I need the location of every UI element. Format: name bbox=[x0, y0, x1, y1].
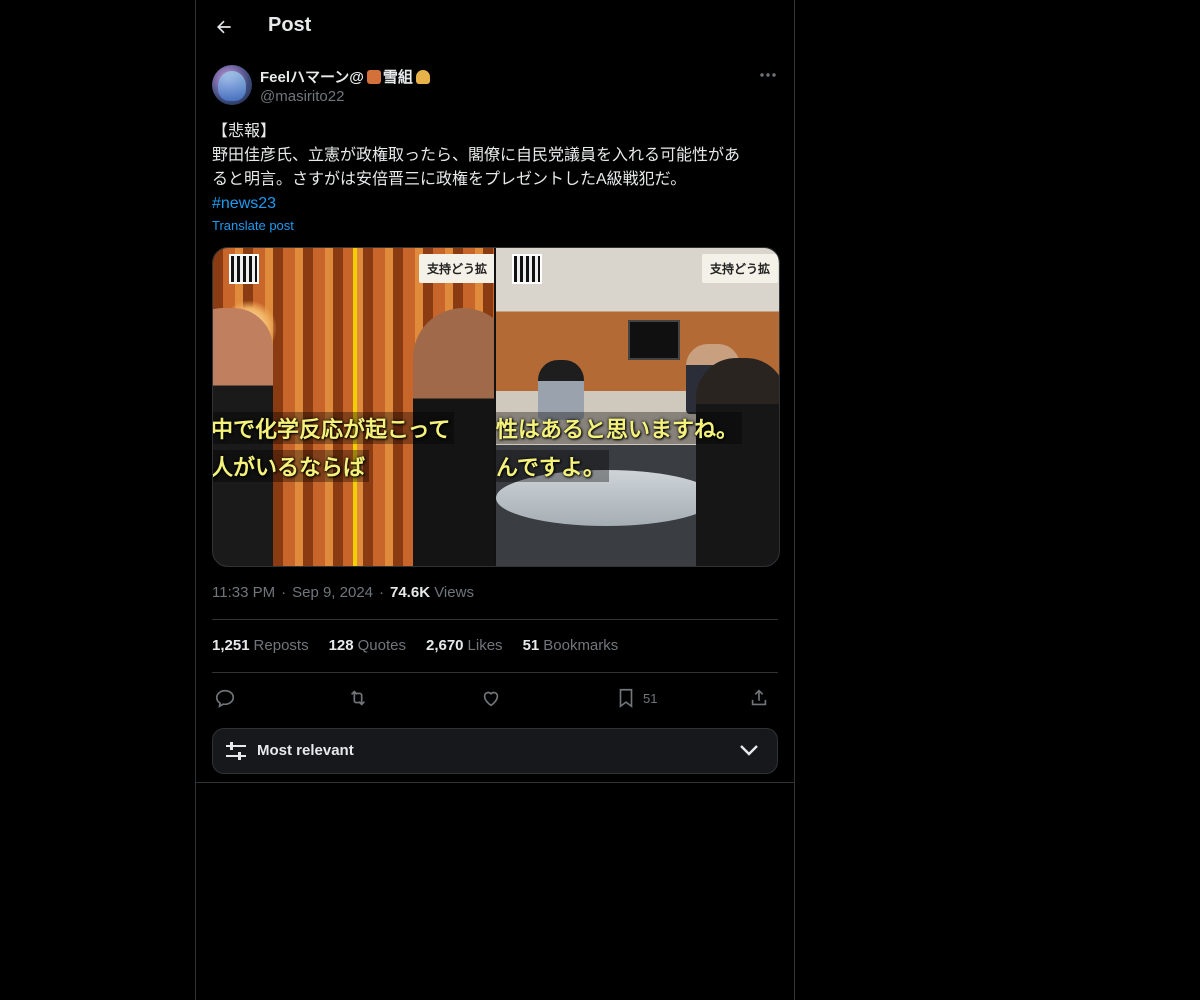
post-time[interactable]: 11:33 PM bbox=[212, 584, 275, 601]
subtitle-text: 人がいるならば bbox=[213, 450, 370, 482]
author-display-name[interactable]: Feelハマーン@ 雪組 bbox=[260, 66, 430, 87]
post-timestamp: 11:33 PM · Sep 9, 2024 · 74.6K Views bbox=[212, 584, 474, 601]
avatar[interactable] bbox=[212, 65, 252, 105]
share-icon bbox=[748, 687, 770, 709]
reply-button[interactable] bbox=[214, 683, 236, 713]
translate-post-link[interactable]: Translate post bbox=[212, 218, 294, 233]
likes-stat[interactable]: 2,670 Likes bbox=[426, 637, 503, 654]
post-line: 【悲報】 bbox=[212, 123, 277, 140]
repost-icon bbox=[347, 687, 369, 709]
chevron-down-icon bbox=[739, 743, 759, 757]
post-date[interactable]: Sep 9, 2024 bbox=[292, 584, 373, 601]
action-bar: 51 bbox=[212, 683, 778, 713]
qr-code-icon bbox=[512, 254, 542, 284]
bookmark-button[interactable]: 51 bbox=[615, 683, 657, 713]
sliders-icon bbox=[225, 741, 247, 761]
emoji-1-icon bbox=[366, 69, 381, 84]
views-count: 74.6K bbox=[390, 584, 431, 601]
back-button[interactable] bbox=[208, 11, 240, 43]
emoji-2-icon bbox=[415, 69, 430, 84]
person-graphic bbox=[538, 360, 584, 420]
arrow-left-icon bbox=[214, 17, 234, 37]
stat-number: 1,251 bbox=[212, 637, 250, 654]
engagement-stats: 1,251 Reposts 128 Quotes 2,670 Likes 51 … bbox=[212, 637, 618, 654]
stat-label: Bookmarks bbox=[543, 637, 619, 654]
person-graphic bbox=[696, 358, 779, 566]
post-line: 野田佳彦氏、立憲が政権取ったら、閣僚に自民党議員を入れる可能性があ bbox=[212, 147, 741, 164]
stat-number: 2,670 bbox=[425, 637, 464, 654]
post-text: 【悲報】 野田佳彦氏、立憲が政権取ったら、閣僚に自民党議員を入れる可能性があ る… bbox=[212, 120, 778, 216]
page-title: Post bbox=[268, 14, 312, 36]
heart-icon bbox=[480, 687, 502, 709]
subtitle-text: 性はあると思いますね。 bbox=[496, 412, 743, 444]
primary-column: Post Feelハマーン@ 雪組 @masirito22 【悲報】 野田佳彦氏… bbox=[195, 0, 795, 1000]
separator: · bbox=[281, 584, 287, 601]
monitor-graphic bbox=[628, 320, 680, 360]
like-button[interactable] bbox=[480, 683, 502, 713]
quotes-stat[interactable]: 128 Quotes bbox=[329, 637, 406, 654]
reposts-stat[interactable]: 1,251 Reposts bbox=[212, 637, 309, 654]
views-label: Views bbox=[434, 584, 474, 601]
stat-number: 51 bbox=[522, 637, 540, 654]
sort-label: Most relevant bbox=[257, 742, 354, 759]
hashtag-link[interactable]: #news23 bbox=[212, 192, 778, 216]
reply-sort-dropdown[interactable]: Most relevant bbox=[212, 728, 778, 774]
display-name-suffix: 雪組 bbox=[382, 69, 413, 86]
stat-label: Quotes bbox=[357, 637, 406, 654]
bookmark-count: 51 bbox=[643, 690, 658, 706]
repost-button[interactable] bbox=[347, 683, 369, 713]
bookmark-icon bbox=[615, 687, 637, 709]
media-image-left[interactable]: 支持どう拡 中で化学反応が起こって 人がいるならば bbox=[213, 248, 494, 566]
stat-label: Likes bbox=[467, 637, 503, 654]
header: Post bbox=[196, 0, 794, 54]
subtitle-text: んですよ。 bbox=[496, 450, 609, 482]
media-image-right[interactable]: 支持どう拡 性はあると思いますね。 んですよ。 bbox=[496, 248, 779, 566]
display-name-text: Feelハマーン@ bbox=[260, 69, 364, 86]
more-options-button[interactable] bbox=[754, 64, 782, 86]
caption-chip: 支持どう拡 bbox=[702, 254, 779, 283]
media-grid: 支持どう拡 中で化学反応が起こって 人がいるならば 支持どう拡 性はあると思いま… bbox=[212, 247, 780, 567]
separator: · bbox=[379, 584, 384, 601]
more-dots-icon bbox=[759, 72, 777, 78]
divider bbox=[196, 782, 794, 783]
divider bbox=[212, 672, 778, 673]
subtitle-text: 中で化学反応が起こって bbox=[213, 412, 455, 444]
reply-icon bbox=[214, 687, 236, 709]
stat-number: 128 bbox=[328, 637, 354, 654]
post-line: ると明言。さすがは安倍晋三に政権をプレゼントしたA級戦犯だ。 bbox=[212, 171, 687, 188]
qr-code-icon bbox=[229, 254, 259, 284]
caption-chip: 支持どう拡 bbox=[419, 254, 494, 283]
divider bbox=[212, 619, 778, 620]
author-handle[interactable]: @masirito22 bbox=[260, 88, 344, 105]
bookmarks-stat[interactable]: 51 Bookmarks bbox=[523, 637, 619, 654]
share-button[interactable] bbox=[748, 683, 770, 713]
stat-label: Reposts bbox=[253, 637, 309, 654]
